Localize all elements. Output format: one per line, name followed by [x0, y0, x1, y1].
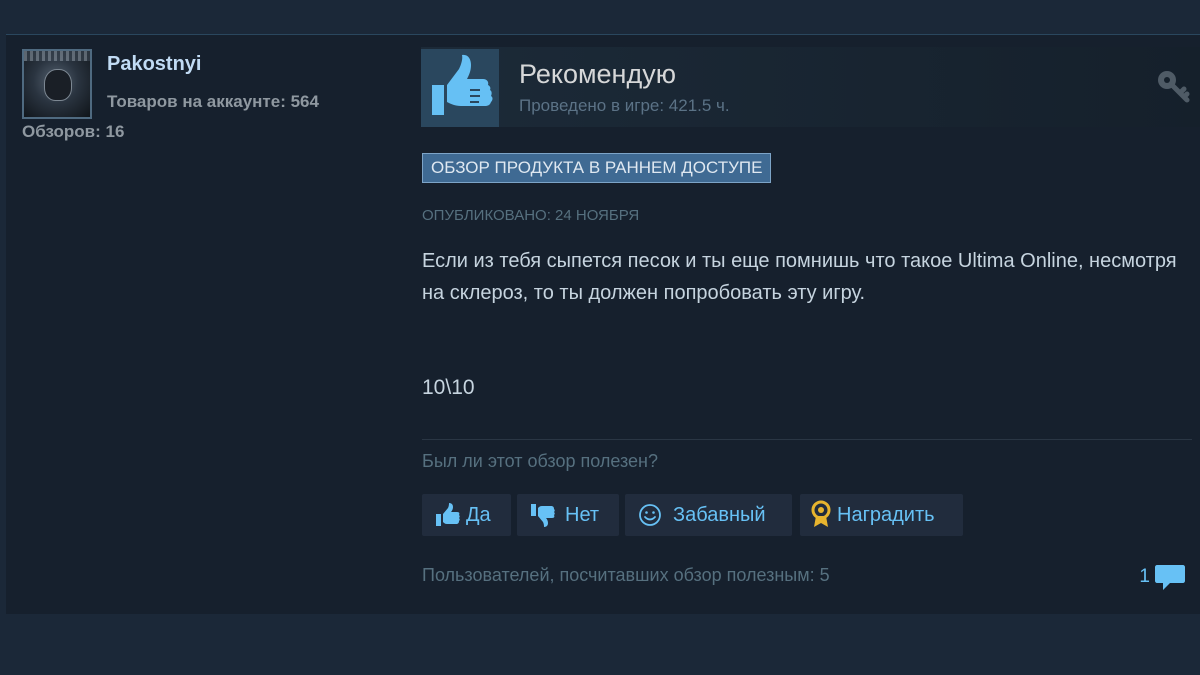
award-icon	[811, 500, 831, 527]
helpful-count: Пользователей, посчитавших обзор полезны…	[422, 565, 830, 585]
vote-yes-label: Да	[466, 503, 491, 526]
smiley-icon	[639, 504, 661, 526]
review-card: Pakostnyi Товаров на аккаунте: 564 Обзор…	[6, 34, 1200, 614]
games-owned-count[interactable]: Товаров на аккаунте: 564	[107, 92, 319, 112]
vote-header[interactable]: Рекомендую Проведено в игре: 421.5 ч.	[421, 47, 1200, 127]
recommend-thumb-box	[421, 49, 499, 127]
comments-link[interactable]: 1	[1139, 562, 1186, 592]
posted-date: ОПУБЛИКОВАНО: 24 НОЯБРЯ	[422, 207, 640, 224]
review-score: 10\10	[422, 376, 475, 399]
comment-count: 1	[1139, 566, 1150, 587]
recommend-title: Рекомендую	[519, 59, 676, 89]
thumbs-down-icon	[531, 504, 555, 527]
vote-funny-button[interactable]: Забавный	[625, 494, 792, 536]
author-name[interactable]: Pakostnyi	[107, 53, 201, 76]
avatar-figure	[44, 69, 72, 101]
thumbs-up-icon	[432, 54, 493, 115]
award-label: Наградить	[837, 503, 935, 526]
thumbs-up-icon	[436, 503, 460, 526]
award-button[interactable]: Наградить	[800, 494, 963, 536]
divider	[422, 439, 1192, 440]
vote-yes-button[interactable]: Да	[422, 494, 511, 536]
vote-funny-label: Забавный	[673, 503, 766, 526]
helpful-question: Был ли этот обзор полезен?	[422, 451, 658, 471]
early-access-badge: ОБЗОР ПРОДУКТА В РАННЕМ ДОСТУПЕ	[422, 153, 772, 183]
review-body: Если из тебя сыпется песок и ты еще помн…	[422, 250, 1177, 304]
reviews-count[interactable]: Обзоров: 16	[22, 122, 124, 142]
vote-no-button[interactable]: Нет	[517, 494, 619, 536]
avatar-detail	[24, 51, 90, 61]
comment-icon	[1155, 565, 1185, 590]
author-avatar[interactable]	[22, 49, 92, 119]
playtime: Проведено в игре: 421.5 ч.	[519, 96, 730, 115]
vote-no-label: Нет	[565, 503, 600, 526]
key-icon	[1156, 69, 1190, 108]
